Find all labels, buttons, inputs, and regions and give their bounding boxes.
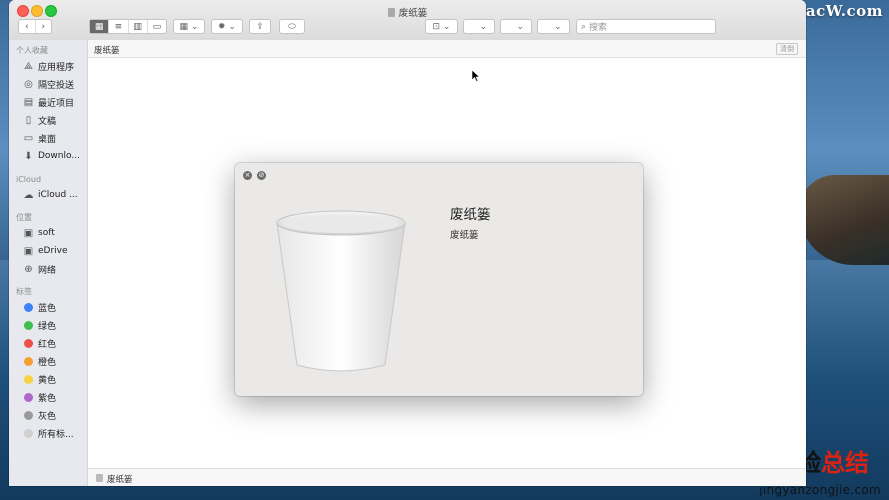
tags-header: 标签 — [16, 287, 32, 296]
action-gear-button[interactable]: ✹ ⌄ — [211, 19, 243, 34]
downloads-icon: ⬇ — [24, 150, 33, 162]
gallery-view-button[interactable]: ▭ — [148, 20, 166, 33]
apps-icon: ⟁ — [24, 60, 33, 72]
search-icon: ⌕ — [581, 21, 587, 32]
group-button[interactable]: ▦ ⌄ — [173, 19, 205, 34]
trash-title-icon — [387, 8, 395, 17]
sidebar-item-icloud[interactable]: ☁ iCloud ... — [23, 187, 78, 203]
trash-small-icon — [96, 474, 103, 482]
tag-dot-icon — [24, 392, 33, 402]
item-kind: 废纸篓 — [450, 230, 479, 241]
tag-dot-icon — [24, 428, 33, 438]
disk-icon: ▣ — [23, 245, 34, 257]
forward-button[interactable]: › — [36, 20, 52, 33]
sidebar-tag-orange[interactable]: 橙色 — [23, 353, 56, 369]
status-label: 废纸篓 — [107, 475, 133, 485]
tag-dot-icon — [24, 320, 33, 330]
toolbar-dropdown-3[interactable]: ⌄ — [500, 19, 532, 34]
path-label: 废纸篓 — [94, 46, 120, 56]
favorites-header: 个人收藏 — [16, 46, 48, 55]
icon-view-button[interactable]: ▦ — [90, 20, 110, 33]
empty-trash-button[interactable]: 清倒 — [776, 43, 798, 55]
panel-close-button[interactable]: × — [243, 171, 252, 180]
path-bar: 废纸篓 清倒 — [88, 40, 806, 58]
sidebar-item-apps[interactable]: ⟁ 应用程序 — [23, 58, 74, 74]
sidebar-tag-red[interactable]: 红色 — [23, 335, 56, 351]
sidebar-tag-green[interactable]: 绿色 — [23, 317, 56, 333]
sidebar-tag-yellow[interactable]: 黄色 — [23, 371, 56, 387]
trash-can-icon — [276, 210, 406, 372]
column-view-button[interactable]: ▥ — [129, 20, 148, 33]
disk-icon: ▣ — [23, 227, 34, 239]
search-field[interactable]: ⌕ 搜索 — [576, 19, 716, 34]
sidebar-tag-gray[interactable]: 灰色 — [23, 407, 56, 423]
status-bar: 废纸篓 — [88, 468, 806, 486]
network-icon: ⊕ — [24, 263, 33, 275]
document-icon: ▯ — [25, 114, 32, 126]
panel-minimize-button[interactable]: ⊘ — [257, 171, 266, 180]
view-switcher: ▦ ≡ ▥ ▭ — [89, 19, 167, 34]
sidebar-item-airdrop[interactable]: ◎ 隔空投送 — [23, 76, 74, 92]
list-view-button[interactable]: ≡ — [109, 20, 129, 33]
sidebar-item-downloads[interactable]: ⬇ Downlo... — [23, 148, 80, 164]
tag-dot-icon — [24, 410, 33, 420]
airdrop-icon: ◎ — [24, 78, 33, 90]
sidebar-item-network[interactable]: ⊕ 网络 — [23, 261, 56, 277]
locations-header: 位置 — [16, 213, 32, 222]
share-button[interactable]: ⇪ — [249, 19, 271, 34]
sidebar: 个人收藏 ⟁ 应用程序 ◎ 隔空投送 ▤ 最近项目 ▯ 文稿 ▭ 桌面 ⬇ Downlo..… — [9, 40, 88, 486]
item-name: 废纸篓 — [450, 207, 491, 223]
sidebar-item-desktop[interactable]: ▭ 桌面 — [23, 130, 56, 146]
sidebar-item-recents[interactable]: ▤ 最近项目 — [23, 94, 74, 110]
titlebar: 废纸篓 ‹ › ▦ ≡ ▥ ▭ ▦ ⌄ ✹ ⌄ ⇪ ⬭ ⊡ ⌄ ⌄ ⌄ ⌄ ⌕ … — [9, 0, 806, 41]
recents-icon: ▤ — [23, 96, 34, 108]
info-panel: × ⊘ 废纸篓 废纸篓 — [235, 163, 643, 396]
tags-button[interactable]: ⬭ — [279, 19, 305, 34]
toolbar-dropdown-2[interactable]: ⌄ — [463, 19, 495, 34]
toolbar-dropdown-4[interactable]: ⌄ — [537, 19, 570, 34]
tag-dot-icon — [24, 302, 33, 312]
sidebar-item-soft[interactable]: ▣ soft — [23, 225, 55, 241]
sidebar-tag-purple[interactable]: 紫色 — [23, 389, 56, 405]
desktop-icon: ▭ — [23, 132, 34, 144]
desktop-cliff — [799, 175, 889, 265]
sidebar-item-edrive[interactable]: ▣ eDrive — [23, 243, 68, 259]
search-placeholder: 搜索 — [589, 23, 608, 33]
window-title: 废纸篓 — [9, 5, 806, 19]
tag-dot-icon — [24, 356, 33, 366]
tag-dot-icon — [24, 374, 33, 384]
sidebar-item-documents[interactable]: ▯ 文稿 — [23, 112, 56, 128]
nav-buttons: ‹ › — [18, 19, 52, 34]
back-button[interactable]: ‹ — [19, 20, 36, 33]
mouse-cursor-icon — [472, 70, 480, 82]
tag-dot-icon — [24, 338, 33, 348]
icloud-header: iCloud — [16, 175, 42, 184]
cloud-icon: ☁ — [23, 189, 34, 201]
toolbar-dropdown-1[interactable]: ⊡ ⌄ — [425, 19, 458, 34]
sidebar-tag-blue[interactable]: 蓝色 — [23, 299, 56, 315]
sidebar-tag-all[interactable]: 所有标... — [23, 425, 74, 441]
